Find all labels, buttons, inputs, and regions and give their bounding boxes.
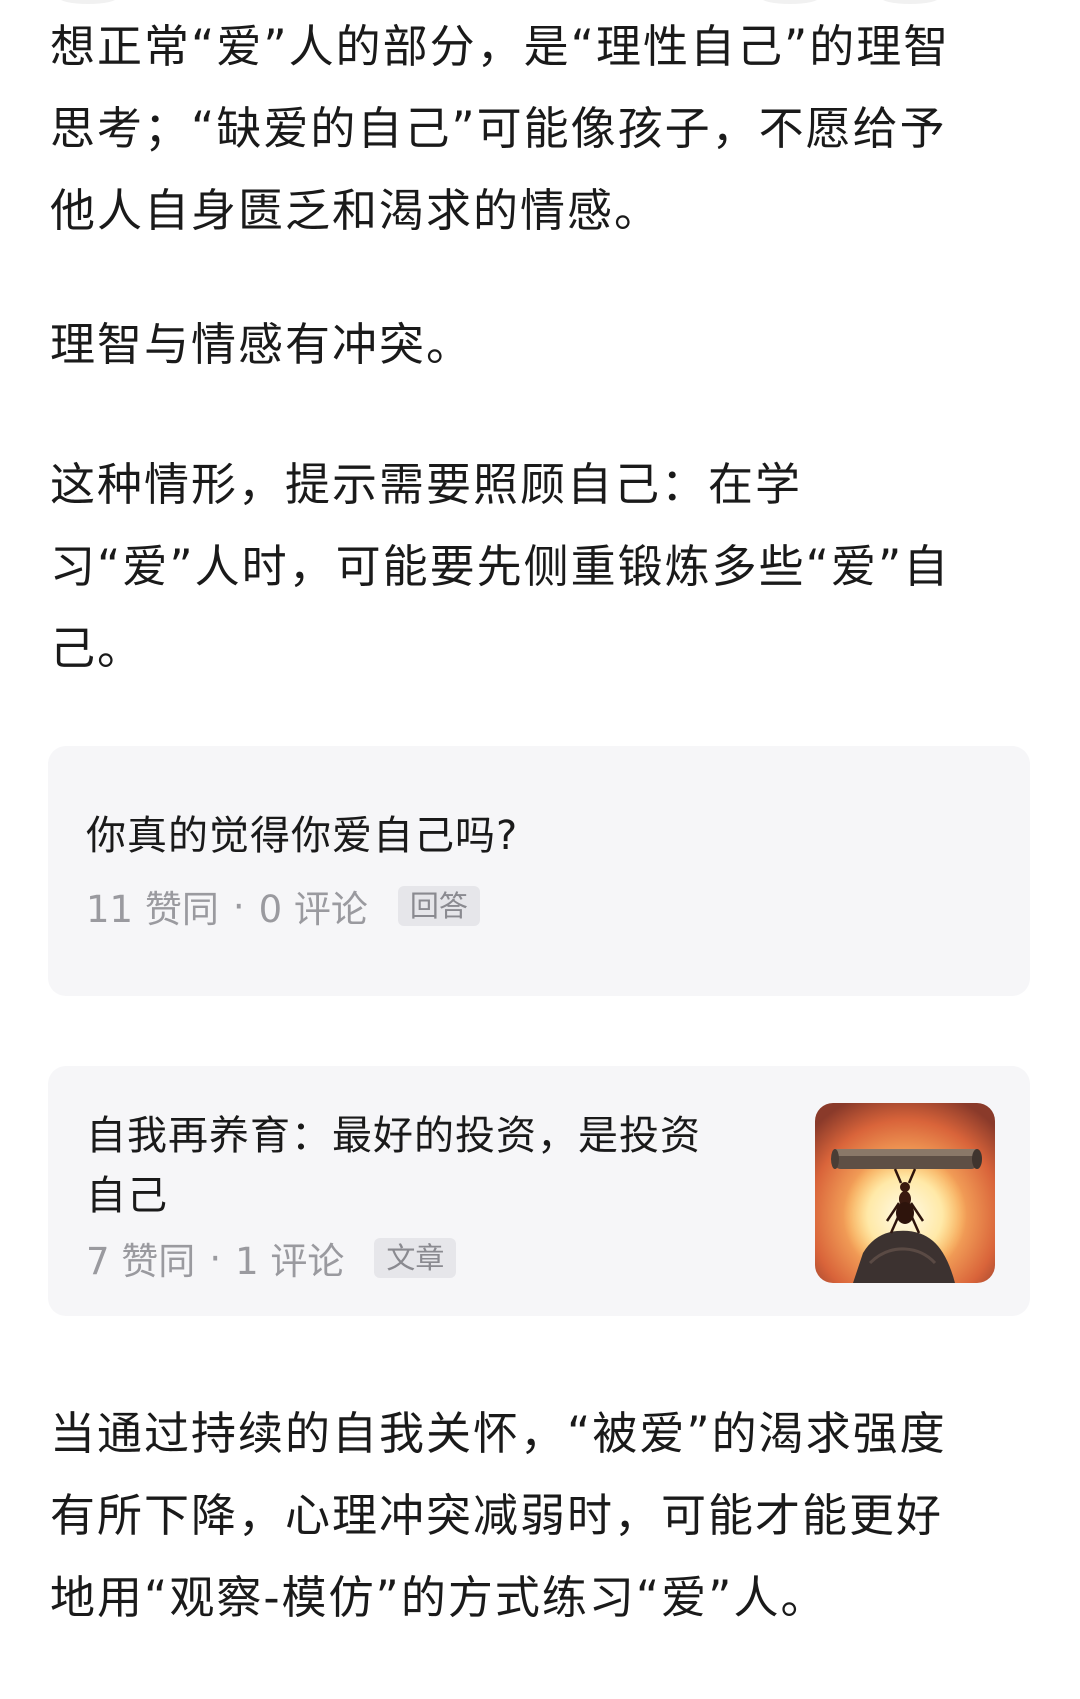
text-line: 地用“观察-模仿”的方式练习“爱”人。 <box>50 1571 828 1624</box>
article-paragraph-1: 想正常“爱”人的部分，是“理性自己”的理智 思考；“缺爱的自己”可能像孩子，不愿… <box>50 6 950 252</box>
meta-separator: · <box>232 884 245 928</box>
type-tag: 回答 <box>397 886 480 926</box>
card-meta: 11 赞同 · 0 评论 回答 <box>86 878 480 934</box>
article-paragraph-4: 当通过持续的自我关怀，“被爱”的渴求强度 有所下降，心理冲突减弱时，可能才能更好… <box>50 1393 947 1639</box>
card-meta: 7 赞同 · 1 评论 文章 <box>86 1230 457 1286</box>
card-title: 自我再养育：最好的投资，是投资 自己 <box>86 1106 786 1226</box>
article-paragraph-2: 理智与情感有冲突。 <box>50 304 473 386</box>
meta-separator: · <box>209 1236 222 1280</box>
linked-answer-card[interactable]: 你真的觉得你爱自己吗? 11 赞同 · 0 评论 回答 <box>48 746 1030 996</box>
card-title-line: 自己 <box>86 1173 168 1219</box>
likes-count: 7 赞同 <box>86 1240 196 1283</box>
text-line: 他人自身匮乏和渴求的情感。 <box>50 184 662 237</box>
text-line: 当通过持续的自我关怀，“被爱”的渴求强度 <box>50 1407 947 1460</box>
ant-lifting-log-image <box>815 1103 995 1283</box>
type-tag: 文章 <box>374 1238 457 1278</box>
text-line: 有所下降，心理冲突减弱时，可能才能更好 <box>50 1489 944 1542</box>
text-line: 己。 <box>50 622 145 675</box>
card-title-line: 自我再养育：最好的投资，是投资 <box>86 1113 701 1159</box>
comments-count: 1 评论 <box>235 1240 345 1283</box>
article-paragraph-3: 这种情形，提示需要照顾自己：在学 习“爱”人时，可能要先侧重锻炼多些“爱”自 己… <box>50 444 950 690</box>
top-edge-shadow <box>760 0 820 4</box>
article-thumbnail[interactable] <box>815 1103 995 1283</box>
text-line: 想正常“爱”人的部分，是“理性自己”的理智 <box>50 20 951 73</box>
likes-count: 11 赞同 <box>86 888 219 931</box>
text-line: 这种情形，提示需要照顾自己：在学 <box>50 458 803 511</box>
text-line: 理智与情感有冲突。 <box>50 318 474 371</box>
top-edge-shadow <box>880 0 940 4</box>
comments-count: 0 评论 <box>258 888 368 931</box>
linked-article-card[interactable]: 自我再养育：最好的投资，是投资 自己 7 赞同 · 1 评论 文章 <box>48 1066 1030 1316</box>
top-edge-shadow <box>58 0 118 4</box>
card-title: 你真的觉得你爱自己吗? <box>86 806 518 866</box>
card-title-line: 你真的觉得你爱自己吗? <box>86 813 519 859</box>
text-line: 思考；“缺爱的自己”可能像孩子，不愿给予 <box>50 102 947 155</box>
text-line: 习“爱”人时，可能要先侧重锻炼多些“爱”自 <box>50 540 951 593</box>
